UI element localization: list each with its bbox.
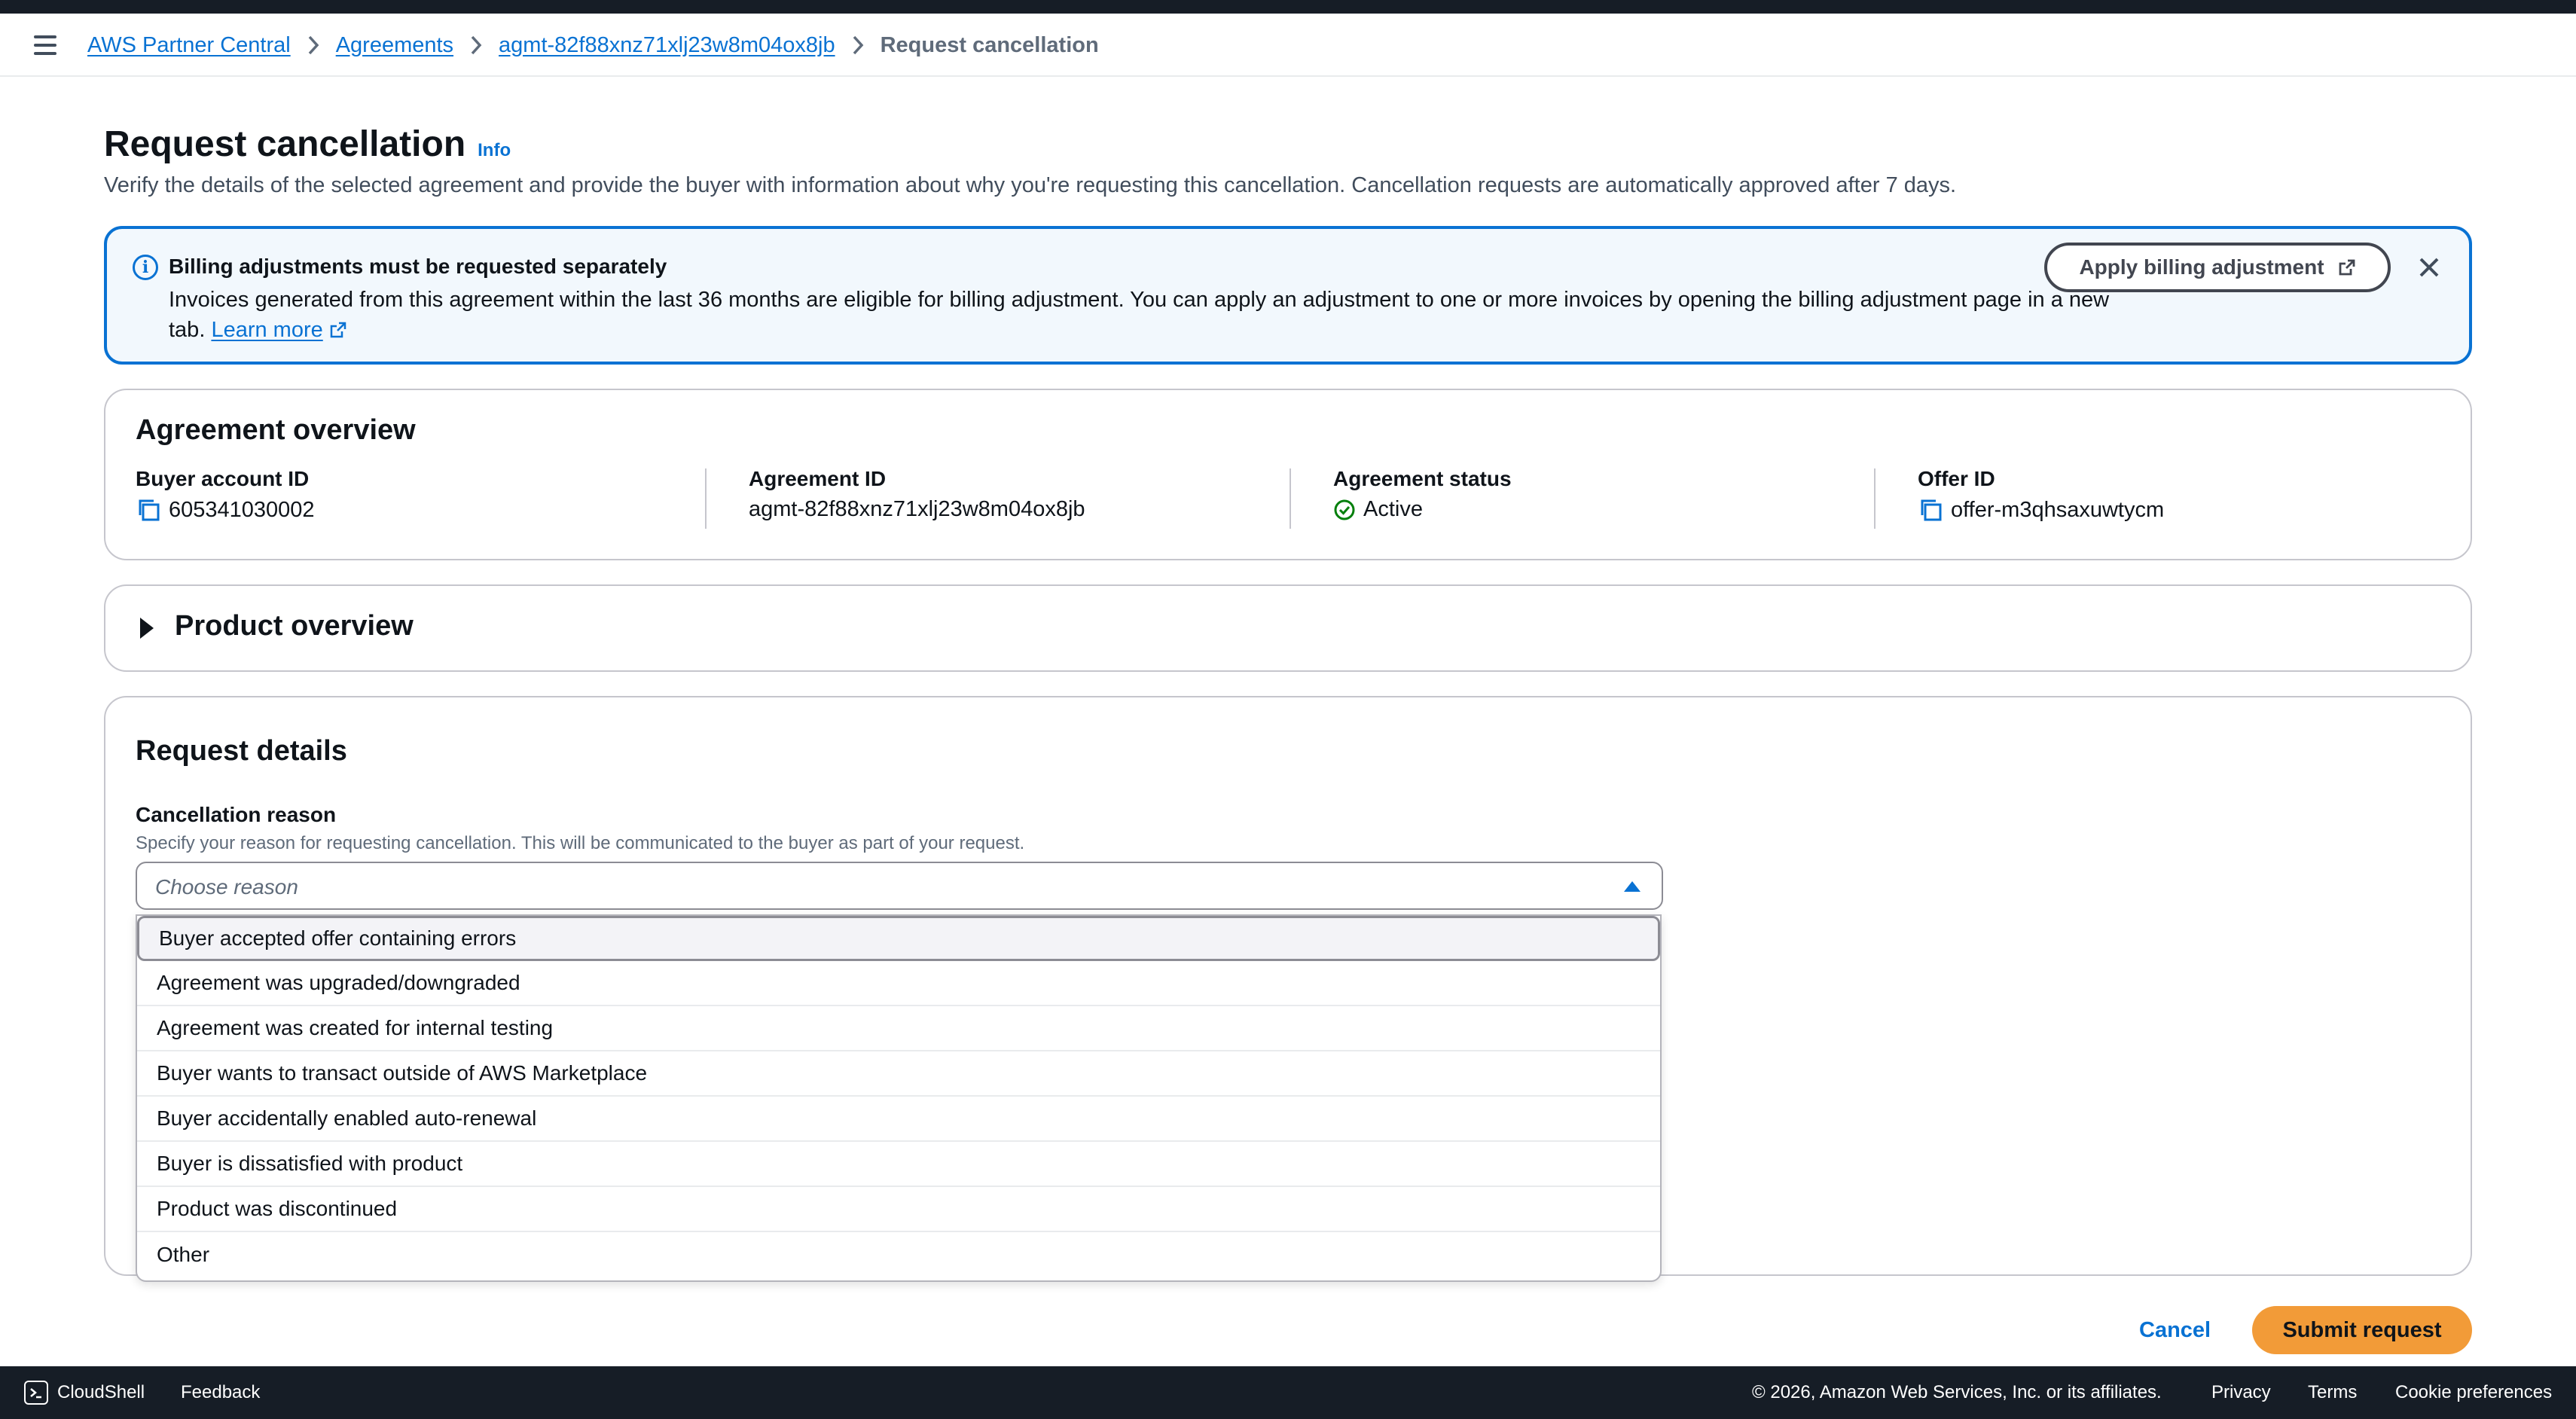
page-description: Verify the details of the selected agree… [104, 173, 1957, 197]
dropdown-option[interactable]: Other [137, 1232, 1660, 1277]
breadcrumb-current: Request cancellation [880, 32, 1099, 57]
dropdown-option[interactable]: Agreement was created for internal testi… [137, 1006, 1660, 1051]
external-link-icon [2339, 259, 2355, 276]
agreement-id-label: Agreement ID [749, 467, 887, 490]
close-icon[interactable] [2410, 249, 2448, 286]
breadcrumb-link-agreements[interactable]: Agreements [336, 33, 453, 58]
dropdown-option[interactable]: Buyer accepted offer containing errors [137, 916, 1660, 961]
select-placeholder: Choose reason [155, 875, 298, 899]
buyer-account-label: Buyer account ID [136, 467, 310, 490]
terms-link[interactable]: Terms [2308, 1366, 2357, 1419]
agreement-overview-card: Agreement overview Buyer account ID 6053… [104, 389, 2472, 560]
offer-id-label: Offer ID [1918, 467, 1995, 490]
check-circle-icon [1334, 499, 1355, 520]
feedback-link[interactable]: Feedback [181, 1366, 260, 1419]
breadcrumb: AWS Partner Central Agreements agmt-82f8… [87, 14, 1099, 77]
dropdown-option[interactable]: Product was discontinued [137, 1187, 1660, 1232]
agreement-id-value: agmt-82f88xnz71xlj23w8m04ox8jb [749, 497, 1085, 521]
cookie-preferences-link[interactable]: Cookie preferences [2395, 1366, 2552, 1419]
product-overview-card[interactable]: Product overview [104, 584, 2472, 672]
agreement-status-value: Active [1363, 497, 1423, 521]
divider [1290, 468, 1291, 529]
form-actions: Cancel Submit request [104, 1306, 2472, 1354]
menu-icon[interactable] [30, 32, 60, 59]
dropdown-option[interactable]: Buyer is dissatisfied with product [137, 1142, 1660, 1187]
divider [1874, 468, 1876, 529]
agreement-status-label: Agreement status [1333, 467, 1512, 490]
cancellation-reason-select[interactable]: Choose reason [136, 862, 1663, 910]
dropdown-option[interactable]: Buyer wants to transact outside of AWS M… [137, 1051, 1660, 1097]
cancellation-reason-label: Cancellation reason [136, 803, 337, 826]
caret-up-icon [1624, 881, 1641, 892]
top-nav-strip [0, 0, 2576, 14]
external-link-icon [330, 322, 346, 338]
divider [705, 468, 707, 529]
copyright-text: © 2026, Amazon Web Services, Inc. or its… [1752, 1382, 2162, 1402]
cancellation-reason-dropdown: Buyer accepted offer containing errors A… [136, 914, 1662, 1282]
info-icon: i [133, 255, 158, 280]
apply-billing-adjustment-button[interactable]: Apply billing adjustment [2044, 243, 2391, 292]
page-title-row: Request cancellation Info [104, 124, 511, 165]
learn-more-link[interactable]: Learn more [211, 318, 346, 342]
cancel-button[interactable]: Cancel [2139, 1306, 2211, 1354]
dropdown-option[interactable]: Buyer accidentally enabled auto-renewal [137, 1097, 1660, 1142]
caret-right-icon[interactable] [140, 618, 154, 639]
agreement-overview-title: Agreement overview [136, 414, 416, 446]
apply-billing-adjustment-label: Apply billing adjustment [2079, 255, 2324, 279]
cloudshell-label: CloudShell [57, 1382, 145, 1402]
terminal-icon [24, 1381, 48, 1405]
buyer-account-field: Buyer account ID 605341030002 [136, 467, 315, 523]
breadcrumb-link-agreement-id[interactable]: agmt-82f88xnz71xlj23w8m04ox8jb [499, 33, 835, 58]
dropdown-option[interactable]: Agreement was upgraded/downgraded [137, 961, 1660, 1006]
breadcrumb-bar: AWS Partner Central Agreements agmt-82f8… [0, 14, 2576, 77]
alert-body-text: Invoices generated from this agreement w… [169, 288, 2110, 342]
agreement-status-field: Agreement status Active [1333, 467, 1512, 522]
product-overview-title[interactable]: Product overview [175, 610, 414, 642]
breadcrumb-link-partner-central[interactable]: AWS Partner Central [87, 33, 291, 58]
chevron-right-icon [835, 35, 881, 56]
alert-title: Billing adjustments must be requested se… [169, 255, 667, 278]
billing-alert: i Billing adjustments must be requested … [104, 226, 2472, 365]
alert-body: Invoices generated from this agreement w… [169, 285, 2142, 345]
submit-request-button[interactable]: Submit request [2252, 1306, 2472, 1354]
cancellation-reason-description: Specify your reason for requesting cance… [136, 833, 1025, 853]
console-footer: CloudShell Feedback © 2026, Amazon Web S… [0, 1366, 2576, 1419]
offer-id-field: Offer ID offer-m3qhsaxuwtycm [1918, 467, 2164, 523]
chevron-right-icon [291, 35, 336, 56]
agreement-id-field: Agreement ID agmt-82f88xnz71xlj23w8m04ox… [749, 467, 1085, 522]
info-link[interactable]: Info [478, 140, 511, 161]
privacy-link[interactable]: Privacy [2211, 1366, 2271, 1419]
chevron-right-icon [453, 35, 499, 56]
copy-icon[interactable] [1918, 497, 1943, 523]
page-title: Request cancellation [104, 124, 466, 164]
buyer-account-value: 605341030002 [169, 497, 315, 522]
cloudshell-button[interactable]: CloudShell [24, 1366, 145, 1419]
offer-id-value: offer-m3qhsaxuwtycm [1951, 497, 2165, 522]
request-details-title: Request details [136, 735, 347, 767]
copy-icon[interactable] [136, 497, 161, 523]
